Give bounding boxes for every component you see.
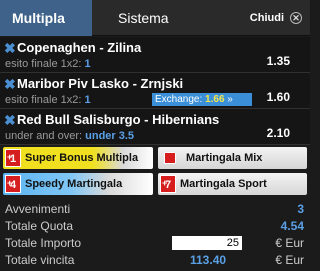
exchange-value: 1.66 (205, 94, 225, 105)
betslip-tabs: Multipla Sistema Chiudi ✕ (0, 0, 310, 36)
avvenimenti-label: Avvenimenti (5, 202, 71, 216)
bet-title: Copenaghen - Zilina (17, 40, 142, 55)
bet-selection: under 3.5 (85, 130, 135, 142)
bet-title: Red Bull Salisburgo - Hibernians (17, 112, 220, 127)
summary-importo: Totale Importo € Eur (0, 235, 310, 252)
vincita-value: 113.40 (190, 253, 227, 267)
avvenimenti-value: 3 (297, 202, 304, 216)
tab-multipla[interactable]: Multipla (0, 0, 92, 36)
red-square-icon (164, 152, 176, 164)
summary-quota: Totale Quota 4.54 (0, 218, 310, 235)
remove-bet-icon[interactable]: ✖ (4, 76, 16, 93)
exchange-arrow-icon: » (227, 94, 233, 105)
super-bonus-multipla-button[interactable]: +1 Super Bonus Multipla (3, 147, 153, 169)
importo-currency: € Eur (275, 236, 304, 250)
importo-input[interactable] (172, 236, 242, 250)
button-label: Speedy Martingala (25, 178, 123, 190)
quota-label: Totale Quota (5, 219, 74, 233)
quota-value: 4.54 (280, 219, 304, 233)
bet-row: ✖ Red Bull Salisburgo - Hibernians under… (0, 109, 310, 145)
vincita-currency: € Eur (275, 253, 304, 267)
remove-bet-icon[interactable]: ✖ (4, 112, 16, 129)
bet-market: esito finale 1x2: 1 (5, 58, 91, 70)
button-label: Martingala Mix (186, 152, 263, 164)
bet-odds: 1.60 (266, 90, 290, 104)
speedy-martingala-button[interactable]: +4 Speedy Martingala (3, 173, 153, 195)
close-icon: ✕ (290, 12, 302, 24)
bet-selection: 1 (84, 58, 91, 70)
badge-icon: +7 (160, 175, 176, 193)
vincita-label: Totale vincita (5, 253, 75, 267)
bet-odds: 1.35 (266, 54, 290, 68)
bet-selection: 1 (84, 94, 91, 106)
bet-market-label: esito finale 1x2: (5, 94, 82, 106)
bet-market: under and over: under 3.5 (5, 130, 134, 142)
summary-avvenimenti: Avvenimenti 3 (0, 201, 310, 218)
button-label: Martingala Sport (180, 178, 267, 190)
martingala-sport-button[interactable]: +7 Martingala Sport (158, 173, 307, 195)
bet-market-label: under and over: (5, 130, 83, 142)
summary-vincita: Totale vincita 113.40 € Eur (0, 252, 310, 269)
badge-icon: +1 (5, 149, 21, 167)
badge-icon: +4 (5, 175, 21, 193)
bet-market-label: esito finale 1x2: (5, 58, 82, 70)
bet-odds: 2.10 (266, 126, 290, 140)
tab-sistema[interactable]: Sistema (92, 0, 212, 36)
remove-bet-icon[interactable]: ✖ (4, 40, 16, 57)
bet-title: Maribor Piv Lasko - Zrnjski (17, 76, 184, 91)
close-button[interactable]: Chiudi ✕ (250, 0, 302, 36)
close-label: Chiudi (249, 12, 284, 24)
button-label: Super Bonus Multipla (25, 152, 139, 164)
bet-row: ✖ Maribor Piv Lasko - Zrnjski esito fina… (0, 73, 310, 109)
exchange-label: Exchange: (155, 94, 203, 105)
importo-label: Totale Importo (5, 236, 82, 250)
bet-market: esito finale 1x2: 1 (5, 94, 91, 106)
bet-row: ✖ Copenaghen - Zilina esito finale 1x2: … (0, 37, 310, 73)
martingala-mix-button[interactable]: Martingala Mix (158, 147, 307, 169)
exchange-button[interactable]: Exchange: 1.66 » (152, 93, 252, 106)
